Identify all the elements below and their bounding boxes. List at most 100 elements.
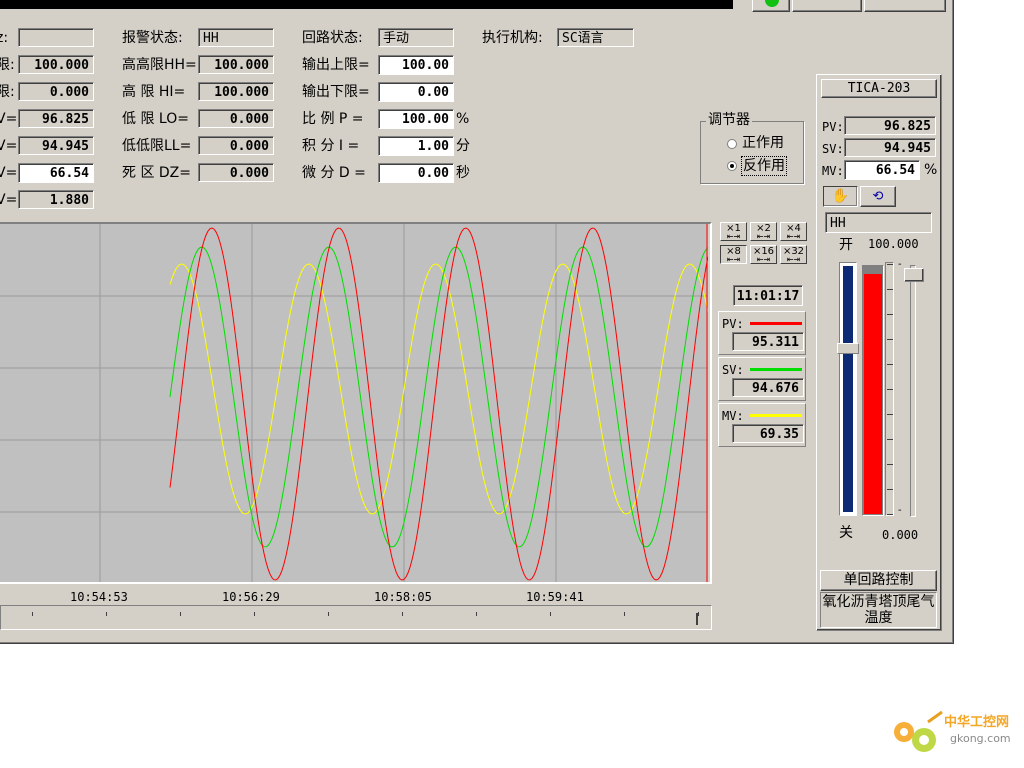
legend-name-0: PV: <box>722 317 744 331</box>
legend-box-2: MV: 69.35 <box>718 403 806 447</box>
manual-mode-button[interactable]: ✋ <box>823 186 858 207</box>
scale-tick <box>887 439 893 440</box>
legend-name-2: MV: <box>722 409 744 423</box>
col2-value-5: 0.000 <box>198 163 274 182</box>
legend-swatch-2 <box>750 414 802 417</box>
col2-value-3: 0.000 <box>198 109 274 128</box>
col2-label-5: 死 区 DZ= <box>122 165 192 181</box>
direct-action-radio[interactable] <box>727 139 737 149</box>
col2-value-4: 0.000 <box>198 136 274 155</box>
toolbar-button-blank[interactable] <box>792 0 862 12</box>
actuator-value: SC语言 <box>557 28 634 47</box>
col2-value-0: HH <box>198 28 274 47</box>
col2-label-1: 高高限HH= <box>122 57 197 73</box>
trend-time-display: 11:01:17 <box>733 285 803 306</box>
hand-icon: ✋ <box>831 188 850 204</box>
zoom-arrows-icon: ⇤⇥ <box>756 255 771 264</box>
valve-open-label: 开 <box>839 237 853 253</box>
time-label-2: 10:58:05 <box>374 590 432 604</box>
zoom-button-3[interactable]: ×8 ⇤⇥ <box>720 245 747 264</box>
actuator-label: 执行机构: <box>482 30 543 46</box>
col1-label-3: V= <box>0 111 18 127</box>
regulator-title: 调节器 <box>706 111 752 129</box>
zoom-arrows-icon: ⇤⇥ <box>726 232 741 241</box>
direct-action-label[interactable]: 正作用 <box>742 134 784 152</box>
col2-label-3: 低 限 LO= <box>122 111 189 127</box>
faceplate-sv-value: 94.945 <box>844 138 936 157</box>
output-slider-thumb[interactable] <box>904 268 924 282</box>
watermark-url: gkong.com <box>950 732 1011 745</box>
scroll-tick <box>328 612 329 616</box>
reverse-action-label[interactable]: 反作用 <box>741 156 787 176</box>
faceplate-tag-button[interactable]: TICA-203 <box>821 79 937 98</box>
legend-value-0: 95.311 <box>732 332 804 351</box>
col1-label-0: z: <box>0 30 9 46</box>
zoom-button-4[interactable]: ×16 ⇤⇥ <box>750 245 777 264</box>
col3-label-3: 比 例 P = <box>302 111 364 127</box>
zoom-button-1[interactable]: ×2 ⇤⇥ <box>750 222 777 241</box>
legend-box-0: PV: 95.311 <box>718 311 806 355</box>
zoom-arrows-icon: ⇤⇥ <box>726 255 741 264</box>
zoom-arrows-icon: ⇤⇥ <box>786 255 801 264</box>
col3-unit-5: 秒 <box>456 165 470 181</box>
single-loop-control-button[interactable]: 单回路控制 <box>820 570 937 591</box>
reverse-action-radio[interactable] <box>727 161 737 171</box>
col3-value-3[interactable]: 100.00 <box>378 109 454 129</box>
legend-value-2: 69.35 <box>732 424 804 443</box>
time-label-3: 10:59:41 <box>526 590 584 604</box>
col1-value-0 <box>18 28 94 47</box>
faceplate-description: 氧化沥青塔顶尾气温度 <box>822 594 935 626</box>
scroll-tick <box>476 612 477 616</box>
faceplate-pv-value: 96.825 <box>844 116 936 135</box>
col1-label-6: V= <box>0 192 18 208</box>
scroll-tick <box>32 612 33 616</box>
col2-value-2: 100.000 <box>198 82 274 101</box>
col2-value-1: 100.000 <box>198 55 274 74</box>
col3-unit-4: 分 <box>456 138 470 154</box>
scale-tick <box>887 264 893 265</box>
zoom-arrows-icon: ⇤⇥ <box>786 232 801 241</box>
col3-label-2: 输出下限= <box>302 84 370 100</box>
scale-tick <box>887 514 893 515</box>
col3-value-5[interactable]: 0.00 <box>378 163 454 183</box>
zoom-button-5[interactable]: ×32 ⇤⇥ <box>780 245 807 264</box>
time-scrollbar[interactable] <box>0 605 712 630</box>
range-max-label: 100.000 <box>868 237 919 251</box>
zoom-button-0[interactable]: ×1 ⇤⇥ <box>720 222 747 241</box>
time-label-1: 10:56:29 <box>222 590 280 604</box>
gear-logo-icon <box>894 710 943 752</box>
single-loop-control-label: 单回路控制 <box>843 572 914 588</box>
status-green-light-icon <box>765 0 779 7</box>
col1-value-6: 1.880 <box>18 190 94 209</box>
time-label-0: 10:54:53 <box>70 590 128 604</box>
col1-label-1: 限: <box>0 57 15 73</box>
faceplate-tag: TICA-203 <box>847 81 911 96</box>
scale-tick <box>887 464 893 465</box>
range-min-label: 0.000 <box>882 528 919 542</box>
scale-tick <box>887 314 893 315</box>
col3-value-4[interactable]: 1.00 <box>378 136 454 156</box>
col3-label-0: 回路状态: <box>302 30 363 46</box>
zoom-arrows-icon: ⇤⇥ <box>756 232 771 241</box>
legend-value-1: 94.676 <box>732 378 804 397</box>
auto-mode-button[interactable]: ⟲ <box>860 186 896 207</box>
col3-value-1[interactable]: 100.00 <box>378 55 454 75</box>
faceplate-mv-input[interactable]: 66.54 <box>844 160 920 180</box>
sv-bar-slider-thumb[interactable] <box>837 343 859 354</box>
zoom-button-2[interactable]: ×4 ⇤⇥ <box>780 222 807 241</box>
col3-unit-3: % <box>456 111 470 127</box>
col3-label-4: 积 分 I = <box>302 138 360 154</box>
status-indicator-button[interactable] <box>752 0 790 12</box>
output-slider-track[interactable] <box>910 265 916 517</box>
scale-top-dash: - <box>898 259 902 270</box>
col2-label-0: 报警状态: <box>122 30 183 46</box>
col2-label-2: 高 限 HI= <box>122 84 186 100</box>
toolbar-button-clipped[interactable] <box>864 0 946 12</box>
scale-tick <box>887 389 893 390</box>
col1-label-2: 限: <box>0 84 15 100</box>
top-black-bar <box>0 0 733 9</box>
col1-value-5[interactable]: 66.54 <box>18 163 94 183</box>
col1-value-3: 96.825 <box>18 109 94 128</box>
col3-value-0: 手动 <box>378 28 454 47</box>
col3-value-2[interactable]: 0.00 <box>378 82 454 102</box>
